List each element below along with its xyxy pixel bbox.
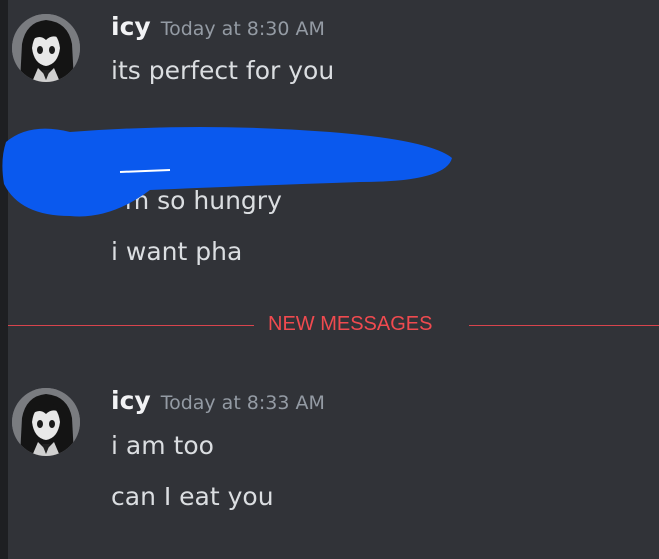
anime-girl-icon bbox=[12, 14, 80, 82]
message-header: icy Today at 8:30 AM bbox=[111, 12, 325, 41]
message-text: its perfect for you bbox=[111, 56, 335, 85]
avatar[interactable] bbox=[12, 14, 80, 82]
timestamp[interactable]: Today at 8:30 AM bbox=[161, 18, 325, 40]
divider-line bbox=[469, 325, 659, 326]
divider-line bbox=[8, 325, 254, 326]
redaction-scribble bbox=[2, 127, 453, 217]
message-text: can I eat you bbox=[111, 482, 274, 511]
message-header: icy Today at 8:33 AM bbox=[111, 386, 325, 415]
avatar[interactable] bbox=[12, 388, 80, 456]
username[interactable]: icy bbox=[111, 12, 151, 41]
anime-girl-icon bbox=[12, 388, 80, 456]
window-edge bbox=[0, 0, 8, 559]
message-text: i am too bbox=[111, 431, 214, 460]
username[interactable]: icy bbox=[111, 386, 151, 415]
message-text: i want pha bbox=[111, 237, 243, 266]
new-messages-divider: NEW MESSAGES bbox=[0, 311, 659, 341]
timestamp[interactable]: Today at 8:33 AM bbox=[161, 392, 325, 414]
new-messages-label: NEW MESSAGES bbox=[268, 313, 433, 335]
